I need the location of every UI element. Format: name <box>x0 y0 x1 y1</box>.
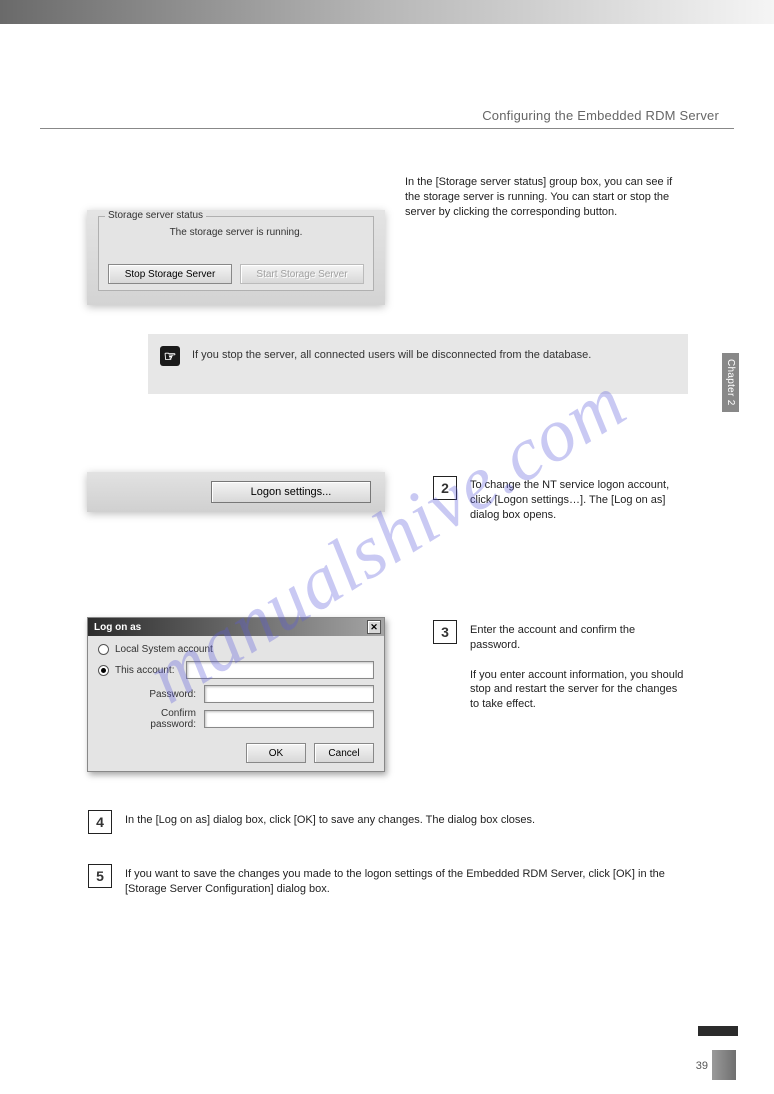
page-number-tab <box>712 1050 736 1080</box>
groupbox-legend: Storage server status <box>105 210 206 221</box>
radio-icon <box>98 644 109 655</box>
confirm-password-input[interactable] <box>204 710 374 728</box>
step-3b: If you enter account information, you sh… <box>470 669 683 711</box>
step-4-text: In the [Log on as] dialog box, click [OK… <box>125 813 685 828</box>
storage-status-groupbox: Storage server status The storage server… <box>98 216 374 291</box>
step-number-3: 3 <box>433 620 457 644</box>
step-3a: Enter the account and confirm the passwo… <box>470 624 635 651</box>
ok-button[interactable]: OK <box>246 743 306 763</box>
stop-server-button[interactable]: Stop Storage Server <box>108 264 232 284</box>
logon-button-panel: Logon settings... <box>87 472 385 512</box>
step-2-text: To change the NT service logon account, … <box>470 478 685 523</box>
logon-as-dialog: Log on as ✕ Local System account This ac… <box>87 617 385 772</box>
radio-local-system[interactable]: Local System account <box>98 644 374 655</box>
note-icon: ☞ <box>160 346 180 366</box>
storage-status-panel: Storage server status The storage server… <box>87 210 385 305</box>
logon-settings-button[interactable]: Logon settings... <box>211 481 371 503</box>
step-1-text: In the [Storage server status] group box… <box>405 175 685 220</box>
step-number-2: 2 <box>433 476 457 500</box>
note-text: If you stop the server, all connected us… <box>192 348 672 363</box>
radio-icon-selected <box>98 665 109 676</box>
password-input[interactable] <box>204 685 374 703</box>
password-label: Password: <box>114 689 204 700</box>
top-gradient-bar <box>0 0 774 24</box>
page-header-title: Configuring the Embedded RDM Server <box>482 108 719 123</box>
chapter-tab: Chapter 2 <box>722 353 739 412</box>
radio-this-label: This account: <box>115 665 174 676</box>
confirm-password-label: Confirm password: <box>114 708 204 730</box>
page-number: 39 <box>696 1060 708 1072</box>
step-5-text: If you want to save the changes you made… <box>125 867 685 897</box>
account-input[interactable] <box>186 661 374 679</box>
radio-local-label: Local System account <box>115 644 213 655</box>
note-callout: ☞ If you stop the server, all connected … <box>148 334 688 394</box>
radio-this-account[interactable]: This account: <box>98 661 374 679</box>
step-number-5: 5 <box>88 864 112 888</box>
start-server-button: Start Storage Server <box>240 264 364 284</box>
dialog-titlebar: Log on as ✕ <box>88 618 384 636</box>
bottom-black-bar <box>698 1026 738 1036</box>
close-icon[interactable]: ✕ <box>367 620 381 634</box>
step-3-text: Enter the account and confirm the passwo… <box>470 623 685 712</box>
dialog-title: Log on as <box>94 622 141 633</box>
step-number-4: 4 <box>88 810 112 834</box>
cancel-button[interactable]: Cancel <box>314 743 374 763</box>
header-rule <box>40 128 734 129</box>
